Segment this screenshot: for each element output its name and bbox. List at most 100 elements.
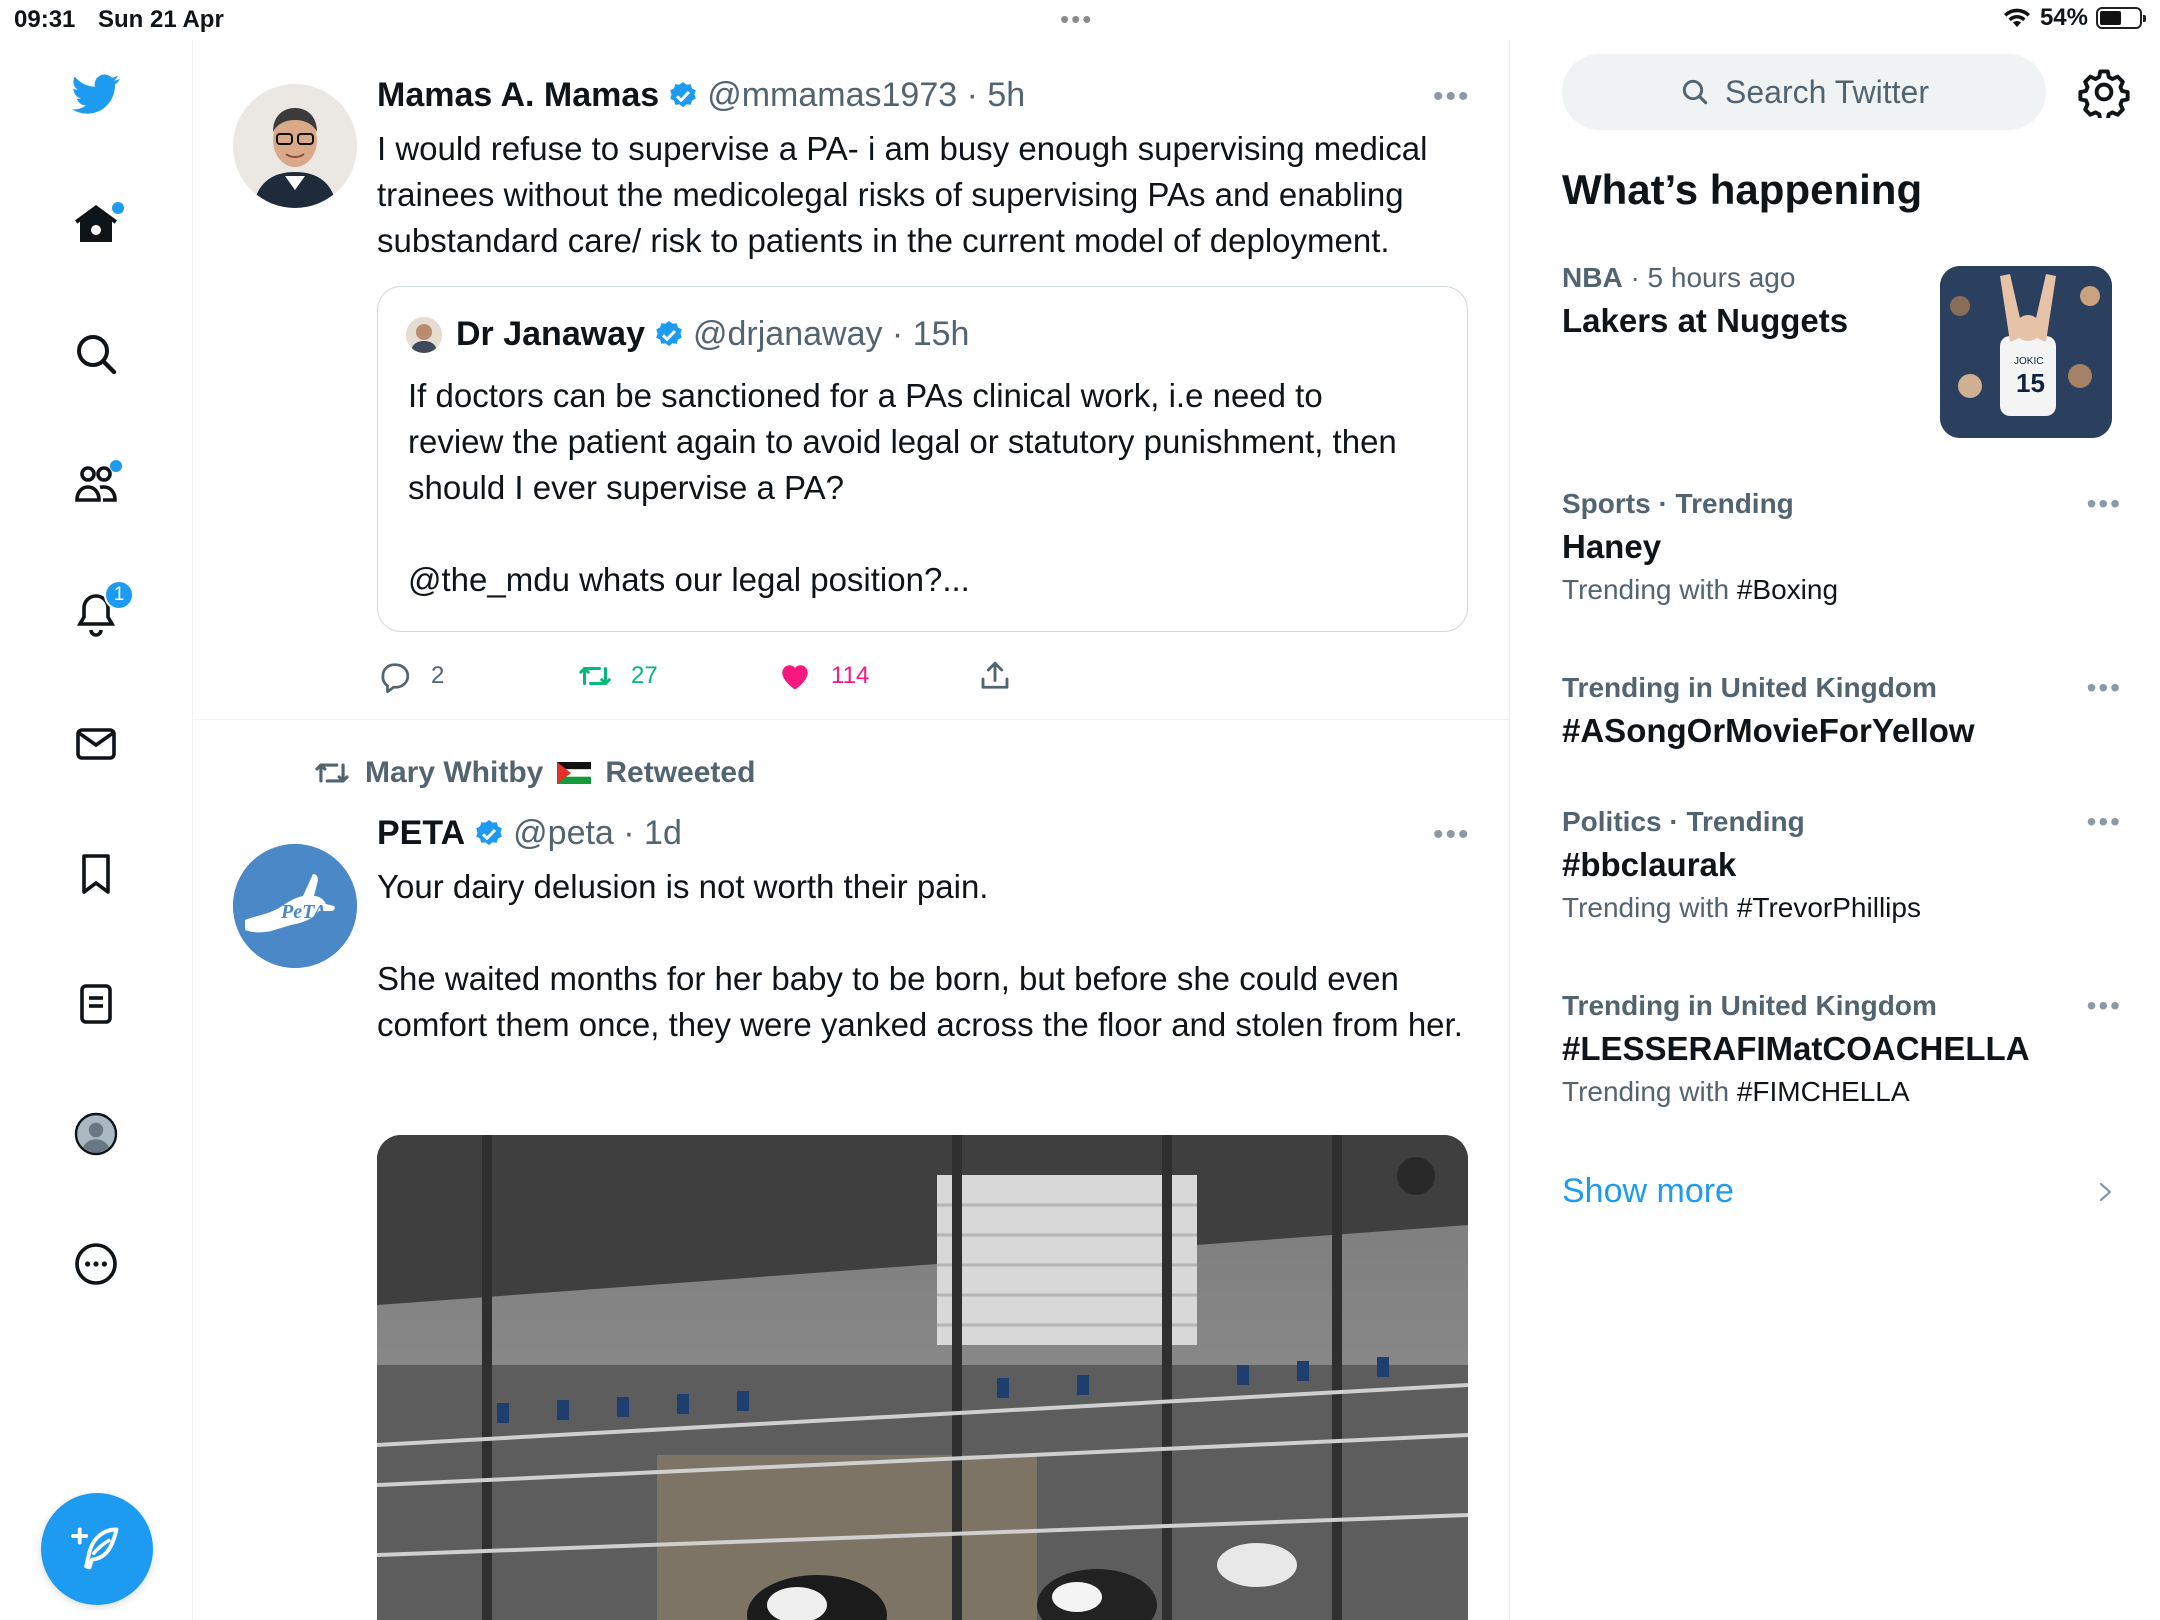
wifi-icon	[2003, 8, 2030, 27]
retweeted-by: Mary Whitby Retweeted	[313, 754, 755, 792]
home-new-dot	[112, 202, 124, 214]
nav-bookmarks[interactable]	[62, 840, 130, 908]
verified-badge-icon	[476, 819, 502, 845]
search-placeholder: Search Twitter	[1725, 73, 1929, 110]
quoted-text: If doctors can be sanctioned for a PAs c…	[408, 377, 1397, 598]
trend-sub-prefix: Trending with	[1562, 892, 1737, 923]
tweet[interactable]: Mary Whitby Retweeted PeTA PETA @peta · …	[193, 720, 1509, 1620]
chevron-right-icon[interactable]	[2094, 1176, 2118, 1208]
retweeted-label: Retweeted	[605, 756, 756, 789]
author-handle[interactable]: @peta · 1d	[513, 814, 682, 853]
trend-item[interactable]: Trending in United Kingdom #ASongOrMovie…	[1562, 672, 2122, 750]
compose-tweet-button[interactable]	[41, 1493, 153, 1605]
trend-meta: Sports · Trending	[1562, 488, 1794, 519]
status-date: Sun 21 Apr	[98, 6, 224, 33]
tweet-header: Mamas A. Mamas @mmamas1973 · 5h	[377, 76, 1025, 115]
search-input[interactable]: Search Twitter	[1562, 54, 2046, 130]
tweet-actions: 2 27 114	[377, 652, 1077, 702]
trend-title: #LESSERAFIMatCOACHELLA	[1562, 1030, 2030, 1067]
quoted-tweet[interactable]: Dr Janaway @drjanaway · 15h If doctors c…	[377, 286, 1468, 632]
nav-notifications[interactable]: 1	[62, 580, 134, 648]
trend-category: NBA	[1562, 262, 1623, 293]
jersey-name: JOKIC	[2014, 356, 2043, 367]
trend-time: · 5 hours ago	[1630, 262, 1796, 293]
list-icon	[80, 984, 112, 1024]
like-count: 114	[831, 662, 870, 689]
battery-icon	[2096, 7, 2146, 29]
retweet-count: 27	[631, 662, 658, 689]
envelope-icon	[76, 728, 116, 760]
like-button[interactable]: 114	[777, 658, 869, 694]
more-circle-icon	[75, 1243, 117, 1285]
nav-search[interactable]	[62, 320, 130, 388]
trend-item[interactable]: Sports · Trending Haney Trending with #B…	[1562, 488, 2122, 606]
retweet-icon	[315, 763, 349, 783]
share-button[interactable]	[977, 658, 1013, 694]
quoted-author-name: Dr Janaway	[456, 315, 645, 353]
nav-communities[interactable]	[62, 450, 130, 518]
trend-thumbnail[interactable]: JOKIC 15	[1940, 266, 2112, 438]
heart-filled-icon	[782, 665, 808, 690]
twitter-logo[interactable]	[62, 60, 130, 128]
whats-happening-title: What’s happening	[1562, 166, 1923, 213]
trend-meta: Trending in United Kingdom	[1562, 672, 1937, 703]
trend-more-icon[interactable]: •••	[2087, 806, 2122, 838]
basketball-player-photo: JOKIC 15	[1940, 266, 2112, 438]
notifications-badge: 1	[104, 580, 134, 610]
twitter-bird-icon	[72, 74, 120, 114]
trend-item[interactable]: Politics · Trending #bbclaurak Trending …	[1562, 806, 2122, 924]
status-time: 09:31	[14, 6, 76, 33]
trend-more-icon[interactable]: •••	[2087, 488, 2122, 520]
author-name[interactable]: Mamas A. Mamas	[377, 76, 659, 115]
trend-meta: Trending in United Kingdom	[1562, 990, 1937, 1021]
trend-more-icon[interactable]: •••	[2087, 672, 2122, 704]
trend-sub-tag[interactable]: #Boxing	[1737, 574, 1838, 605]
tweet-more-icon[interactable]: •••	[1433, 818, 1471, 852]
show-more-link[interactable]: Show more	[1562, 1172, 1734, 1211]
status-right: 54%	[2002, 4, 2146, 32]
trend-sub: Trending with #FIMCHELLA	[1562, 1076, 2122, 1108]
retweet-icon	[579, 667, 611, 685]
tweet-text: Your dairy delusion is not worth their p…	[377, 868, 1463, 1043]
settings-gear-icon[interactable]	[2078, 66, 2130, 118]
reply-count: 2	[431, 662, 445, 689]
nav-profile[interactable]	[62, 1100, 130, 1168]
tweet-header: PETA @peta · 1d	[377, 814, 682, 853]
trend-sub-tag[interactable]: #TrevorPhillips	[1737, 892, 1921, 923]
author-name[interactable]: PETA	[377, 814, 465, 853]
trend-sub-tag[interactable]: #FIMCHELLA	[1737, 1076, 1910, 1107]
reply-button[interactable]: 2	[377, 658, 444, 694]
tweet-more-icon[interactable]: •••	[1433, 80, 1471, 114]
retweeter-name[interactable]: Mary Whitby	[365, 756, 543, 790]
author-avatar[interactable]	[233, 84, 357, 208]
multitasking-dots-icon[interactable]: •••	[1060, 4, 1093, 35]
bookmark-icon	[82, 854, 110, 894]
barn-cows-photo	[377, 1135, 1468, 1620]
author-avatar[interactable]: PeTA	[233, 844, 357, 968]
retweet-button[interactable]: 27	[577, 658, 658, 694]
nav-messages[interactable]	[62, 710, 130, 778]
trend-title: #bbclaurak	[1562, 846, 1737, 883]
reply-icon	[381, 663, 410, 694]
profile-avatar-icon	[74, 1112, 118, 1156]
trend-meta: Politics · Trending	[1562, 806, 1805, 837]
trend-sub: Trending with #Boxing	[1562, 574, 2122, 606]
jersey-number: 15	[2016, 368, 2045, 398]
author-handle[interactable]: @mmamas1973 · 5h	[707, 76, 1025, 115]
quoted-header: Dr Janaway @drjanaway · 15h	[456, 315, 969, 354]
person-photo-icon	[233, 84, 357, 208]
tweet[interactable]: Mamas A. Mamas @mmamas1973 · 5h ••• I wo…	[193, 40, 1509, 720]
trend-sub-prefix: Trending with	[1562, 574, 1737, 605]
trend-item[interactable]: Trending in United Kingdom #LESSERAFIMat…	[1562, 990, 2122, 1108]
trend-sub-prefix: Trending with	[1562, 1076, 1737, 1107]
tweet-video[interactable]	[377, 1135, 1468, 1620]
quoted-author-handle: @drjanaway · 15h	[693, 315, 970, 353]
nav-home[interactable]	[62, 190, 130, 258]
quoted-author-avatar	[406, 317, 442, 353]
compose-icon	[71, 1527, 119, 1570]
search-icon	[1682, 79, 1708, 105]
trend-sub: Trending with #TrevorPhillips	[1562, 892, 2122, 924]
nav-more[interactable]	[62, 1230, 130, 1298]
trend-more-icon[interactable]: •••	[2087, 990, 2122, 1022]
nav-lists[interactable]	[62, 970, 130, 1038]
